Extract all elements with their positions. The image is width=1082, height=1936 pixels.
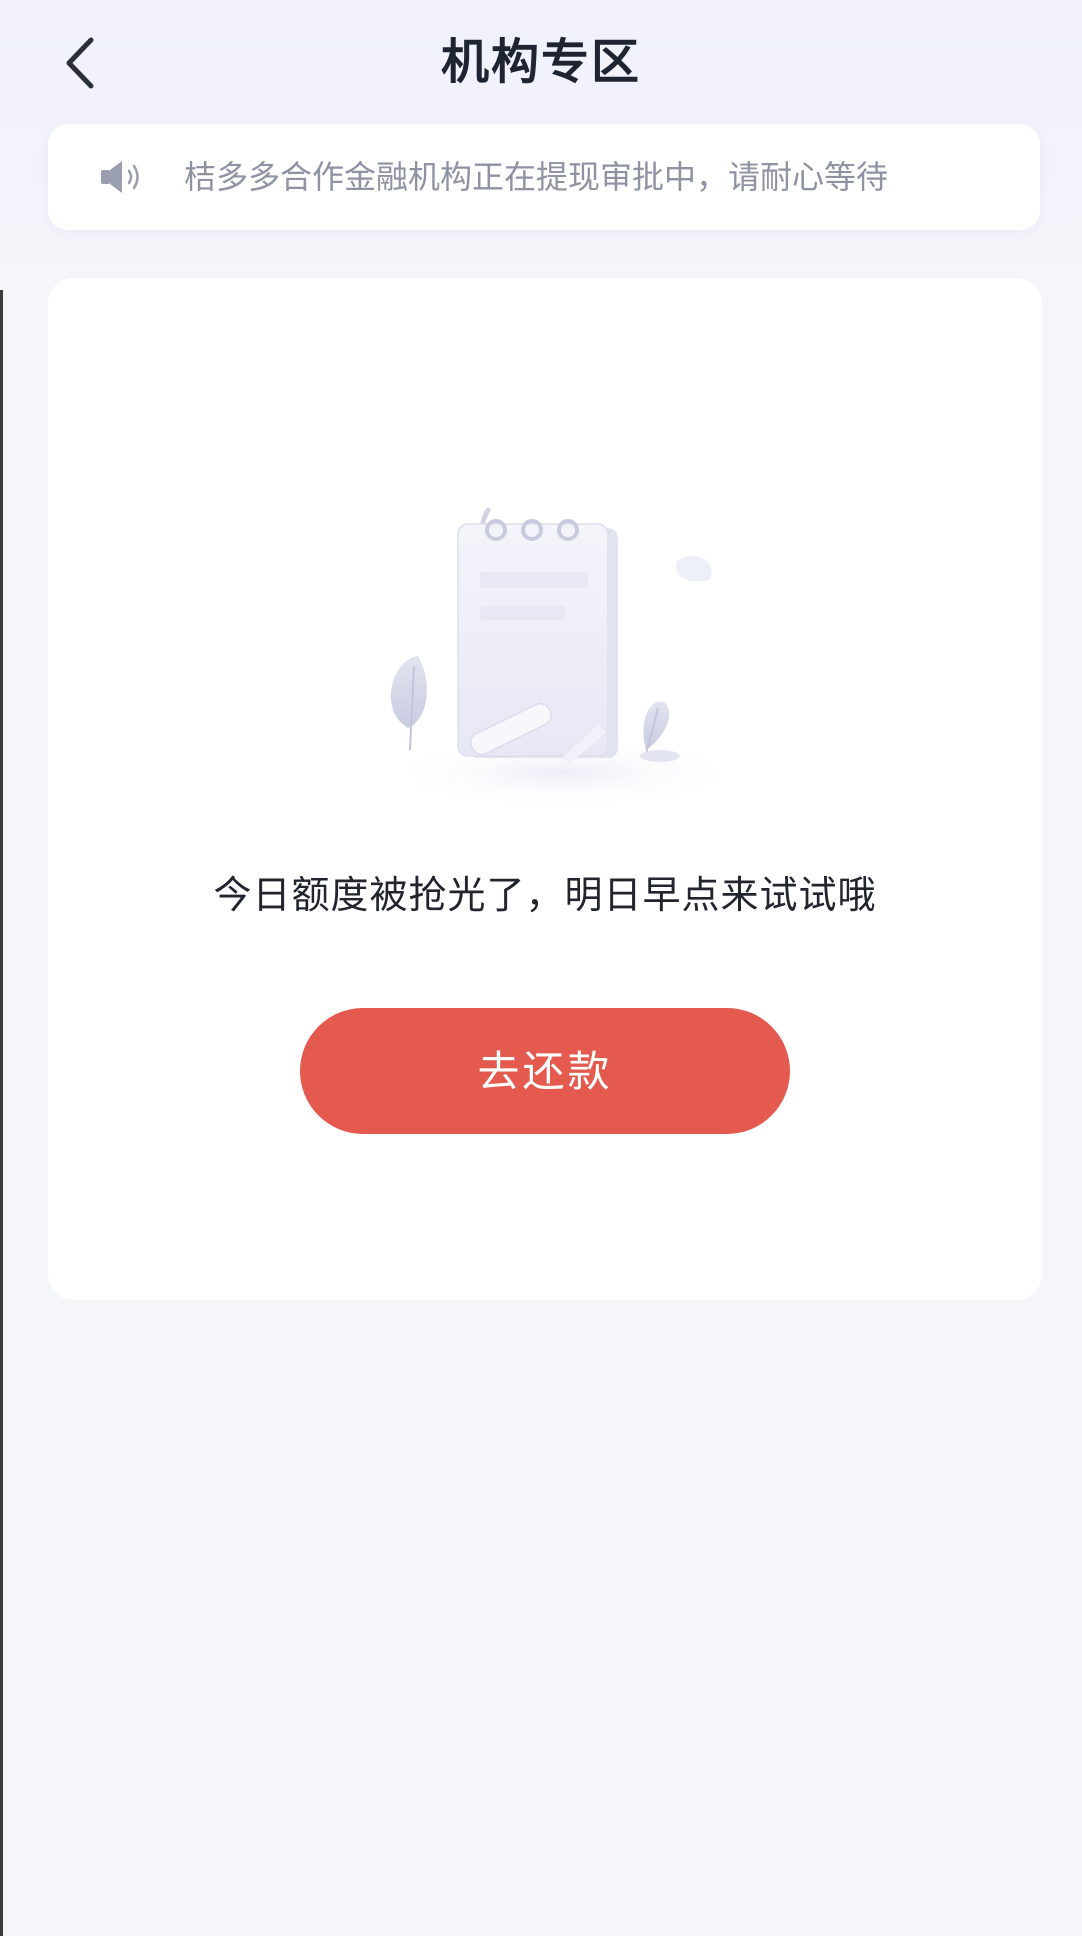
- repay-button[interactable]: 去还款: [300, 1008, 790, 1134]
- speaker-icon: [101, 161, 139, 193]
- screen-edge: [0, 0, 3, 1936]
- navigation-bar: 机构专区: [0, 0, 1082, 120]
- notice-bar: 桔多多合作金融机构正在提现审批中，请耐心等待: [48, 124, 1040, 230]
- empty-state-message: 今日额度被抢光了，明日早点来试试哦: [213, 873, 877, 917]
- content-card: 今日额度被抢光了，明日早点来试试哦 去还款: [48, 278, 1042, 1300]
- notice-text: 桔多多合作金融机构正在提现审批中，请耐心等待: [184, 158, 889, 196]
- page-title: 机构专区: [440, 34, 641, 90]
- empty-notebook-illustration: [378, 507, 748, 809]
